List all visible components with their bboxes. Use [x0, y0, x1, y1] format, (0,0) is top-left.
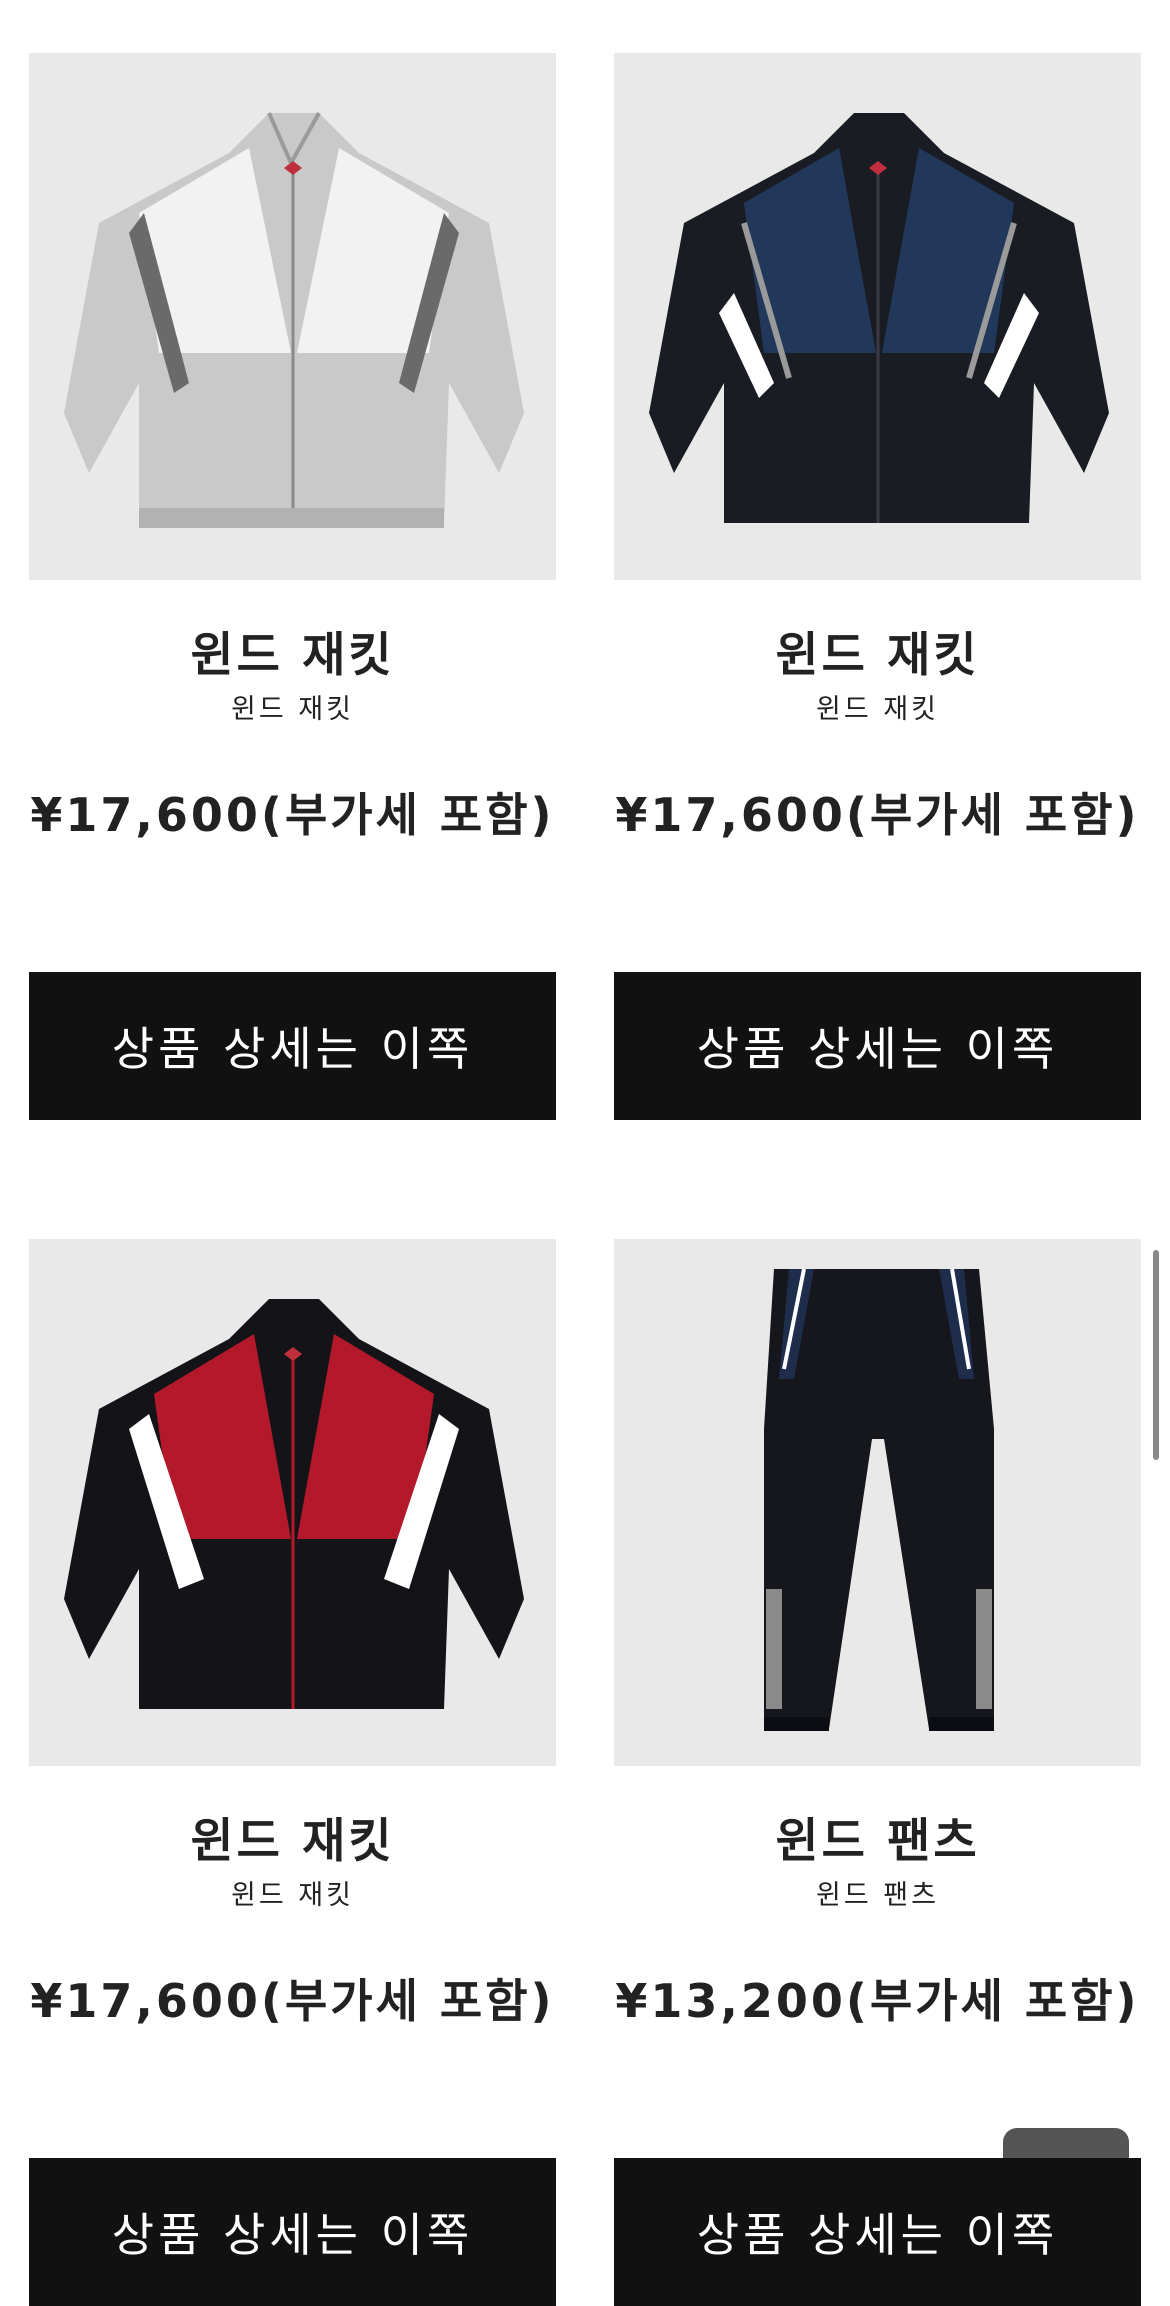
- product-price: ¥17,600(부가세 포함): [30, 1974, 555, 2028]
- floating-action-button[interactable]: [1003, 2128, 1129, 2158]
- product-detail-button[interactable]: 상품 상세는 이쪽: [29, 972, 556, 1120]
- product-price: ¥17,600(부가세 포함): [30, 788, 555, 842]
- product-detail-button[interactable]: 상품 상세는 이쪽: [614, 972, 1141, 1120]
- product-detail-button[interactable]: 상품 상세는 이쪽: [29, 2158, 556, 2306]
- product-image-wind-jacket-navy[interactable]: [614, 53, 1141, 580]
- product-card: 윈드 재킷 윈드 재킷 ¥17,600(부가세 포함) 상품 상세는 이쪽: [29, 53, 556, 1120]
- product-subname: 윈드 재킷: [816, 694, 939, 725]
- scrollbar-thumb[interactable]: [1153, 1250, 1159, 1460]
- product-price: ¥17,600(부가세 포함): [615, 788, 1140, 842]
- product-name: 윈드 재킷: [190, 628, 395, 683]
- pants-illustration: [614, 1239, 1141, 1766]
- jacket-illustration: [614, 53, 1141, 580]
- product-card: 윈드 재킷 윈드 재킷 ¥17,600(부가세 포함) 상품 상세는 이쪽: [614, 53, 1141, 1120]
- product-detail-button[interactable]: 상품 상세는 이쪽: [614, 2158, 1141, 2306]
- product-subname: 윈드 재킷: [231, 694, 354, 725]
- product-image-wind-pants[interactable]: [614, 1239, 1141, 1766]
- product-subname: 윈드 재킷: [231, 1880, 354, 1911]
- jacket-illustration: [29, 1239, 556, 1766]
- product-image-wind-jacket-gray[interactable]: [29, 53, 556, 580]
- product-name: 윈드 재킷: [190, 1814, 395, 1869]
- product-grid: 윈드 재킷 윈드 재킷 ¥17,600(부가세 포함) 상품 상세는 이쪽 윈드…: [29, 53, 1141, 2306]
- product-image-wind-jacket-red[interactable]: [29, 1239, 556, 1766]
- product-name: 윈드 재킷: [775, 628, 980, 683]
- jacket-illustration: [29, 53, 556, 580]
- product-price: ¥13,200(부가세 포함): [615, 1974, 1140, 2028]
- product-card: 윈드 재킷 윈드 재킷 ¥17,600(부가세 포함) 상품 상세는 이쪽: [29, 1239, 556, 2306]
- product-subname: 윈드 팬츠: [816, 1880, 939, 1911]
- product-name: 윈드 팬츠: [775, 1814, 980, 1869]
